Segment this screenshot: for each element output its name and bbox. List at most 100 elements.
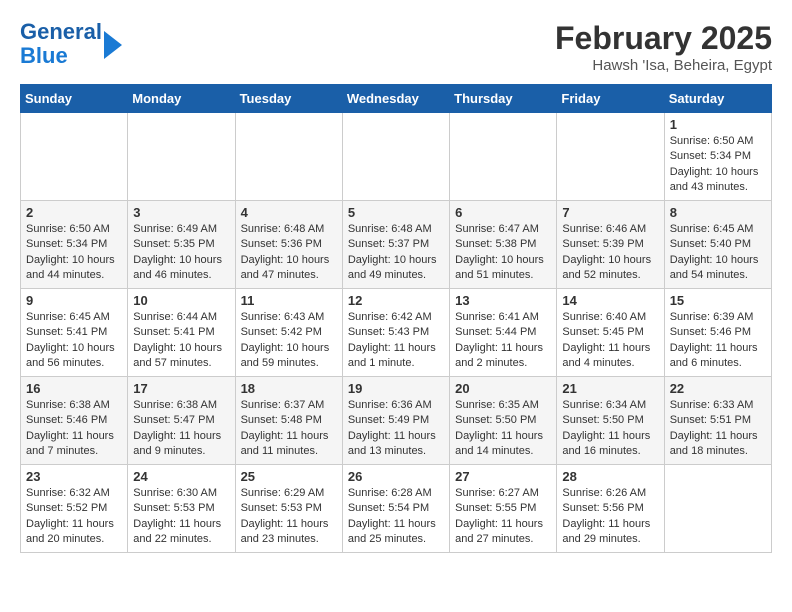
logo-blue: Blue (20, 43, 68, 68)
cell-content: Sunrise: 6:48 AM Sunset: 5:36 PM Dayligh… (241, 222, 337, 284)
cell-content: Sunrise: 6:50 AM Sunset: 5:34 PM Dayligh… (26, 222, 122, 284)
weekday-header-saturday: Saturday (664, 85, 771, 113)
cell-content: Sunrise: 6:41 AM Sunset: 5:44 PM Dayligh… (455, 310, 551, 372)
day-number: 28 (562, 469, 658, 484)
cell-content: Sunrise: 6:30 AM Sunset: 5:53 PM Dayligh… (133, 486, 229, 548)
day-number: 11 (241, 293, 337, 308)
day-number: 14 (562, 293, 658, 308)
calendar-cell: 28 Sunrise: 6:26 AM Sunset: 5:56 PM Dayli… (557, 465, 664, 553)
calendar-cell: 2 Sunrise: 6:50 AM Sunset: 5:34 PM Daylig… (21, 201, 128, 289)
day-number: 2 (26, 205, 122, 220)
day-number: 5 (348, 205, 444, 220)
day-number: 20 (455, 381, 551, 396)
cell-content: Sunrise: 6:33 AM Sunset: 5:51 PM Dayligh… (670, 398, 766, 460)
calendar-cell: 14 Sunrise: 6:40 AM Sunset: 5:45 PM Dayli… (557, 289, 664, 377)
cell-content: Sunrise: 6:46 AM Sunset: 5:39 PM Dayligh… (562, 222, 658, 284)
month-title: February 2025 (555, 20, 772, 57)
logo-arrow-icon (104, 31, 122, 59)
day-number: 23 (26, 469, 122, 484)
cell-content: Sunrise: 6:45 AM Sunset: 5:40 PM Dayligh… (670, 222, 766, 284)
calendar-cell: 19 Sunrise: 6:36 AM Sunset: 5:49 PM Dayli… (342, 377, 449, 465)
day-number: 22 (670, 381, 766, 396)
calendar-cell: 27 Sunrise: 6:27 AM Sunset: 5:55 PM Dayli… (450, 465, 557, 553)
cell-content: Sunrise: 6:45 AM Sunset: 5:41 PM Dayligh… (26, 310, 122, 372)
day-number: 6 (455, 205, 551, 220)
calendar-header: SundayMondayTuesdayWednesdayThursdayFrid… (21, 85, 772, 113)
day-number: 3 (133, 205, 229, 220)
cell-content: Sunrise: 6:44 AM Sunset: 5:41 PM Dayligh… (133, 310, 229, 372)
calendar-cell: 5 Sunrise: 6:48 AM Sunset: 5:37 PM Daylig… (342, 201, 449, 289)
title-block: February 2025 Hawsh 'Isa, Beheira, Egypt (555, 20, 772, 74)
page-header: General Blue February 2025 Hawsh 'Isa, B… (20, 20, 772, 74)
calendar-cell: 25Sunrise: 6:29 AM Sunset: 5:53 PM Dayli… (235, 465, 342, 553)
cell-content: Sunrise: 6:38 AM Sunset: 5:46 PM Dayligh… (26, 398, 122, 460)
calendar-cell: 15 Sunrise: 6:39 AM Sunset: 5:46 PM Dayli… (664, 289, 771, 377)
day-number: 8 (670, 205, 766, 220)
day-number: 26 (348, 469, 444, 484)
calendar-cell: 9 Sunrise: 6:45 AM Sunset: 5:41 PM Daylig… (21, 289, 128, 377)
calendar-cell: 18 Sunrise: 6:37 AM Sunset: 5:48 PM Dayli… (235, 377, 342, 465)
cell-content: Sunrise: 6:36 AM Sunset: 5:49 PM Dayligh… (348, 398, 444, 460)
calendar-cell: 23Sunrise: 6:32 AM Sunset: 5:52 PM Dayli… (21, 465, 128, 553)
calendar-week-3: 9 Sunrise: 6:45 AM Sunset: 5:41 PM Daylig… (21, 289, 772, 377)
calendar-cell (342, 113, 449, 201)
logo-text: General Blue (20, 20, 102, 68)
calendar-cell: 12 Sunrise: 6:42 AM Sunset: 5:43 PM Dayli… (342, 289, 449, 377)
weekday-header-sunday: Sunday (21, 85, 128, 113)
weekday-header-thursday: Thursday (450, 85, 557, 113)
day-number: 19 (348, 381, 444, 396)
location: Hawsh 'Isa, Beheira, Egypt (555, 57, 772, 74)
calendar-cell: 11 Sunrise: 6:43 AM Sunset: 5:42 PM Dayli… (235, 289, 342, 377)
calendar-cell: 26 Sunrise: 6:28 AM Sunset: 5:54 PM Dayli… (342, 465, 449, 553)
cell-content: Sunrise: 6:43 AM Sunset: 5:42 PM Dayligh… (241, 310, 337, 372)
day-number: 18 (241, 381, 337, 396)
calendar-cell (21, 113, 128, 201)
calendar-cell (557, 113, 664, 201)
calendar-cell (664, 465, 771, 553)
day-number: 1 (670, 117, 766, 132)
calendar-cell: 20 Sunrise: 6:35 AM Sunset: 5:50 PM Dayli… (450, 377, 557, 465)
day-number: 7 (562, 205, 658, 220)
calendar-cell: 7 Sunrise: 6:46 AM Sunset: 5:39 PM Daylig… (557, 201, 664, 289)
day-number: 21 (562, 381, 658, 396)
day-number: 16 (26, 381, 122, 396)
calendar-cell: 1Sunrise: 6:50 AM Sunset: 5:34 PM Daylig… (664, 113, 771, 201)
day-number: 17 (133, 381, 229, 396)
day-number: 9 (26, 293, 122, 308)
day-number: 13 (455, 293, 551, 308)
calendar-cell: 16 Sunrise: 6:38 AM Sunset: 5:46 PM Dayli… (21, 377, 128, 465)
day-number: 12 (348, 293, 444, 308)
calendar-table: SundayMondayTuesdayWednesdayThursdayFrid… (20, 84, 772, 553)
calendar-cell: 24Sunrise: 6:30 AM Sunset: 5:53 PM Dayli… (128, 465, 235, 553)
weekday-header-tuesday: Tuesday (235, 85, 342, 113)
calendar-cell: 4 Sunrise: 6:48 AM Sunset: 5:36 PM Daylig… (235, 201, 342, 289)
cell-content: Sunrise: 6:28 AM Sunset: 5:54 PM Dayligh… (348, 486, 444, 548)
day-number: 15 (670, 293, 766, 308)
cell-content: Sunrise: 6:26 AM Sunset: 5:56 PM Dayligh… (562, 486, 658, 548)
weekday-header-monday: Monday (128, 85, 235, 113)
cell-content: Sunrise: 6:42 AM Sunset: 5:43 PM Dayligh… (348, 310, 444, 372)
calendar-cell: 21 Sunrise: 6:34 AM Sunset: 5:50 PM Dayli… (557, 377, 664, 465)
day-number: 27 (455, 469, 551, 484)
cell-content: Sunrise: 6:48 AM Sunset: 5:37 PM Dayligh… (348, 222, 444, 284)
calendar-cell: 22 Sunrise: 6:33 AM Sunset: 5:51 PM Dayli… (664, 377, 771, 465)
cell-content: Sunrise: 6:47 AM Sunset: 5:38 PM Dayligh… (455, 222, 551, 284)
calendar-cell (128, 113, 235, 201)
cell-content: Sunrise: 6:40 AM Sunset: 5:45 PM Dayligh… (562, 310, 658, 372)
calendar-cell: 6 Sunrise: 6:47 AM Sunset: 5:38 PM Daylig… (450, 201, 557, 289)
cell-content: Sunrise: 6:49 AM Sunset: 5:35 PM Dayligh… (133, 222, 229, 284)
calendar-cell: 3 Sunrise: 6:49 AM Sunset: 5:35 PM Daylig… (128, 201, 235, 289)
calendar-cell: 10Sunrise: 6:44 AM Sunset: 5:41 PM Dayli… (128, 289, 235, 377)
cell-content: Sunrise: 6:37 AM Sunset: 5:48 PM Dayligh… (241, 398, 337, 460)
weekday-header-row: SundayMondayTuesdayWednesdayThursdayFrid… (21, 85, 772, 113)
cell-content: Sunrise: 6:39 AM Sunset: 5:46 PM Dayligh… (670, 310, 766, 372)
calendar-body: 1 Sunrise: 6:50 AM Sunset: 5:34 PM Daylig… (21, 113, 772, 553)
calendar-week-4: 16 Sunrise: 6:38 AM Sunset: 5:46 PM Dayli… (21, 377, 772, 465)
cell-content: Sunrise: 6:35 AM Sunset: 5:50 PM Dayligh… (455, 398, 551, 460)
day-number: 4 (241, 205, 337, 220)
logo: General Blue (20, 20, 122, 68)
logo-general: General (20, 19, 102, 44)
calendar-cell: 13 Sunrise: 6:41 AM Sunset: 5:44 PM Dayli… (450, 289, 557, 377)
cell-content: Sunrise: 6:34 AM Sunset: 5:50 PM Dayligh… (562, 398, 658, 460)
cell-content: Sunrise: 6:27 AM Sunset: 5:55 PM Dayligh… (455, 486, 551, 548)
